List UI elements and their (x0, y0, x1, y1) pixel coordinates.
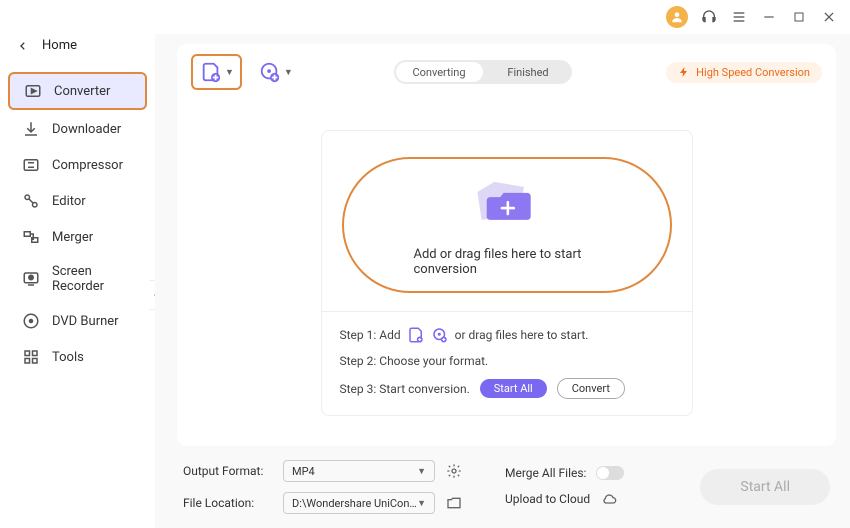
tools-icon (22, 348, 40, 366)
tab-converting[interactable]: Converting (396, 62, 483, 82)
upload-cloud-label: Upload to Cloud (505, 492, 590, 506)
step-1: Step 1: Add or drag files here to start. (340, 326, 674, 344)
step-2: Step 2: Choose your format. (340, 354, 674, 368)
output-format-select[interactable]: MP4 ▼ (283, 460, 435, 482)
add-dvd-icon (431, 326, 449, 344)
drop-card: Add or drag files here to start conversi… (321, 130, 693, 416)
home-link[interactable]: Home (0, 34, 155, 71)
converter-icon (24, 82, 42, 100)
chevron-down-icon: ▼ (284, 67, 293, 78)
toolbar: ▼ ▼ Converting Finished (177, 44, 836, 100)
high-speed-conversion-pill[interactable]: High Speed Conversion (666, 62, 822, 83)
sidebar-item-label: Compressor (52, 158, 123, 173)
file-location-label: File Location: (183, 496, 273, 510)
folder-plus-icon (452, 173, 562, 233)
start-all-button-tiny[interactable]: Start All (480, 379, 547, 398)
center-area: Add or drag files here to start conversi… (177, 100, 836, 446)
output-format-label: Output Format: (183, 464, 273, 478)
main-panel: ▼ ▼ Converting Finished (177, 44, 836, 446)
merger-icon (22, 228, 40, 246)
sidebar-item-label: Screen Recorder (52, 264, 133, 294)
add-dvd-button[interactable]: ▼ (252, 56, 299, 88)
step-3: Step 3: Start conversion. Start All Conv… (340, 378, 674, 399)
sidebar-item-converter[interactable]: Converter (8, 72, 147, 110)
downloader-icon (22, 120, 40, 138)
chevron-left-icon (18, 41, 28, 51)
sidebar-item-screen-recorder[interactable]: Screen Recorder (8, 256, 147, 302)
merge-all-label: Merge All Files: (505, 466, 586, 480)
drop-text: Add or drag files here to start conversi… (414, 247, 600, 277)
sidebar-item-label: Editor (52, 194, 86, 209)
add-dvd-icon (258, 60, 282, 84)
chevron-down-icon: ▼ (417, 466, 426, 477)
convert-button-tiny[interactable]: Convert (557, 378, 625, 399)
dvd-burner-icon (22, 312, 40, 330)
sidebar-item-label: DVD Burner (52, 314, 119, 329)
sidebar-item-compressor[interactable]: Compressor (8, 148, 147, 182)
sidebar-item-label: Downloader (52, 122, 121, 137)
sidebar-item-label: Converter (54, 84, 110, 99)
home-label: Home (42, 38, 77, 53)
cloud-icon[interactable] (600, 490, 618, 508)
minimize-icon[interactable] (760, 8, 778, 26)
start-all-button[interactable]: Start All (700, 469, 830, 505)
bolt-icon (678, 66, 690, 78)
sidebar-item-editor[interactable]: Editor (8, 184, 147, 218)
add-file-icon (199, 60, 223, 84)
sidebar-item-merger[interactable]: Merger (8, 220, 147, 254)
menu-icon[interactable] (730, 8, 748, 26)
add-file-button[interactable]: ▼ (191, 54, 242, 90)
titlebar (0, 0, 850, 34)
tab-finished[interactable]: Finished (485, 60, 572, 84)
bottom-bar: Output Format: MP4 ▼ File Location: D:\W… (177, 456, 836, 518)
chevron-down-icon: ▼ (417, 498, 426, 509)
sidebar: Home Converter Downloader Compressor Edi… (0, 34, 155, 528)
sidebar-item-dvd-burner[interactable]: DVD Burner (8, 304, 147, 338)
hsc-label: High Speed Conversion (696, 66, 810, 79)
avatar[interactable] (666, 6, 688, 28)
file-location-select[interactable]: D:\Wondershare UniConverter 1 ▼ (283, 492, 435, 514)
maximize-icon[interactable] (790, 8, 808, 26)
tab-segment: Converting Finished (394, 60, 572, 84)
editor-icon (22, 192, 40, 210)
drop-highlight: Add or drag files here to start conversi… (342, 157, 672, 293)
headset-icon[interactable] (700, 8, 718, 26)
screen-recorder-icon (22, 270, 40, 288)
close-icon[interactable] (820, 8, 838, 26)
sidebar-item-downloader[interactable]: Downloader (8, 112, 147, 146)
steps-area: Step 1: Add or drag files here to start.… (322, 311, 692, 415)
chevron-down-icon: ▼ (225, 67, 234, 78)
merge-all-toggle[interactable] (596, 466, 624, 480)
drop-zone[interactable]: Add or drag files here to start conversi… (322, 131, 692, 311)
compressor-icon (22, 156, 40, 174)
sidebar-item-label: Tools (52, 350, 84, 365)
sidebar-item-tools[interactable]: Tools (8, 340, 147, 374)
content-area: ▼ ▼ Converting Finished (155, 34, 850, 528)
add-file-icon (407, 326, 425, 344)
open-folder-icon[interactable] (445, 494, 463, 512)
output-settings-icon[interactable] (445, 462, 463, 480)
sidebar-item-label: Merger (52, 230, 93, 245)
